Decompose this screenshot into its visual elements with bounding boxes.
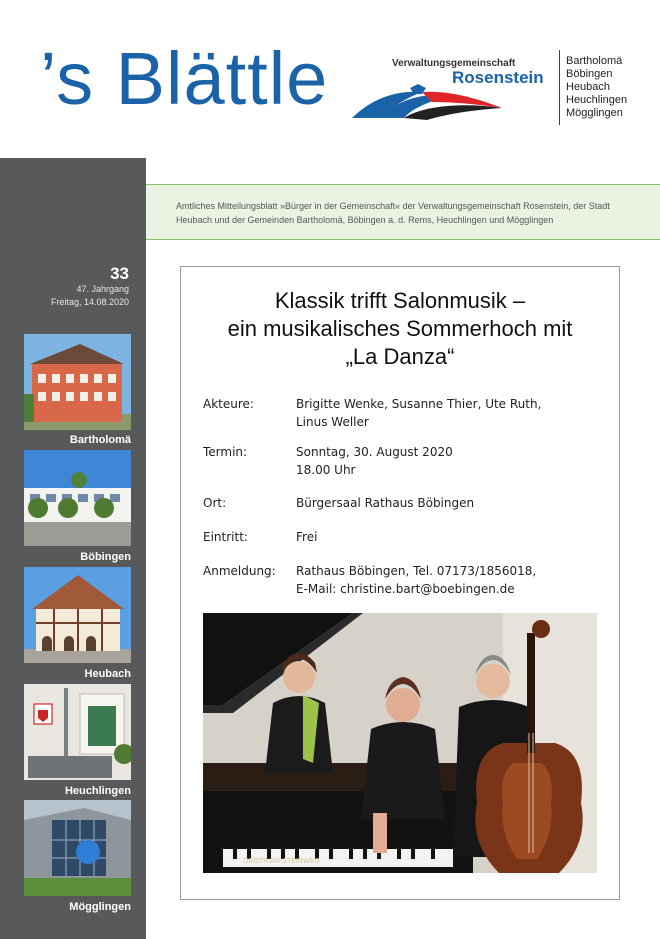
town-item: Böbingen xyxy=(566,68,613,80)
publication-band: Amtliches Mitteilungsblatt »Bürger in de… xyxy=(146,184,660,240)
detail-value-line: E-Mail: christine.bart@boebingen.de xyxy=(296,582,515,596)
masthead-title: ’s Blättle xyxy=(40,37,329,120)
town-divider xyxy=(559,50,560,125)
detail-value: Bürgersaal Rathaus Böbingen xyxy=(296,494,606,512)
bartholomae-photo xyxy=(24,334,131,430)
heubach-photo xyxy=(24,567,131,663)
issue-number: 33 xyxy=(110,264,129,283)
issue-date: Freitag, 14.08.2020 xyxy=(50,297,129,307)
detail-value-line: Bürgersaal Rathaus Böbingen xyxy=(296,496,475,510)
detail-label: Akteure: xyxy=(203,397,254,411)
detail-label: Eintritt: xyxy=(203,530,248,544)
publication-description: Amtliches Mitteilungsblatt »Bürger in de… xyxy=(176,201,610,225)
detail-value-line: Sonntag, 30. August 2020 xyxy=(296,445,453,459)
detail-value: Frei xyxy=(296,528,606,546)
event-flyer: Klassik trifft Salonmusik – ein musikali… xyxy=(180,266,620,900)
detail-value: Brigitte Wenke, Susanne Thier, Ute Ruth,… xyxy=(296,395,606,431)
detail-value: Sonntag, 30. August 2020 18.00 Uhr xyxy=(296,443,606,479)
detail-label: Anmeldung: xyxy=(203,564,276,578)
ensemble-photo: GROTRIAN-STEINWEG xyxy=(203,613,597,873)
thumb-label: Mögglingen xyxy=(69,901,131,913)
detail-value-line: Brigitte Wenke, Susanne Thier, Ute Ruth, xyxy=(296,397,542,411)
event-title-line: „La Danza“ xyxy=(345,344,455,369)
town-item: Bartholomä xyxy=(566,55,623,67)
heuchlingen-photo xyxy=(24,684,131,780)
issue-year: 47. Jahrgang xyxy=(76,284,129,294)
moegglingen-photo xyxy=(24,800,131,896)
rosenstein-logo-icon xyxy=(352,84,502,120)
detail-label: Ort: xyxy=(203,496,227,510)
detail-value-line: 18.00 Uhr xyxy=(296,463,356,477)
thumb-label: Heubach xyxy=(84,668,131,680)
thumb-label: Heuchlingen xyxy=(64,785,131,797)
detail-value-line: Frei xyxy=(296,530,318,544)
event-title-line: ein musikalisches Sommerhoch mit xyxy=(227,316,573,341)
thumb-label: Böbingen xyxy=(80,551,131,563)
event-title-line: Klassik trifft Salonmusik – xyxy=(274,288,526,313)
piano-brand: GROTRIAN-STEINWEG xyxy=(243,857,320,865)
detail-value: Rathaus Böbingen, Tel. 07173/1856018, E-… xyxy=(296,562,606,598)
detail-value-line: Linus Weller xyxy=(296,415,369,429)
town-item: Heubach xyxy=(566,81,611,93)
town-item: Heuchlingen xyxy=(566,94,628,106)
town-item: Mögglingen xyxy=(566,107,623,119)
thumb-label: Bartholomä xyxy=(69,434,131,446)
town-list: Bartholomä Böbingen Heubach Heuchlingen … xyxy=(566,55,627,120)
boebingen-photo xyxy=(24,450,131,546)
detail-label: Termin: xyxy=(203,445,248,459)
detail-value-line: Rathaus Böbingen, Tel. 07173/1856018, xyxy=(296,564,537,578)
event-title: Klassik trifft Salonmusik – ein musikali… xyxy=(181,287,619,371)
